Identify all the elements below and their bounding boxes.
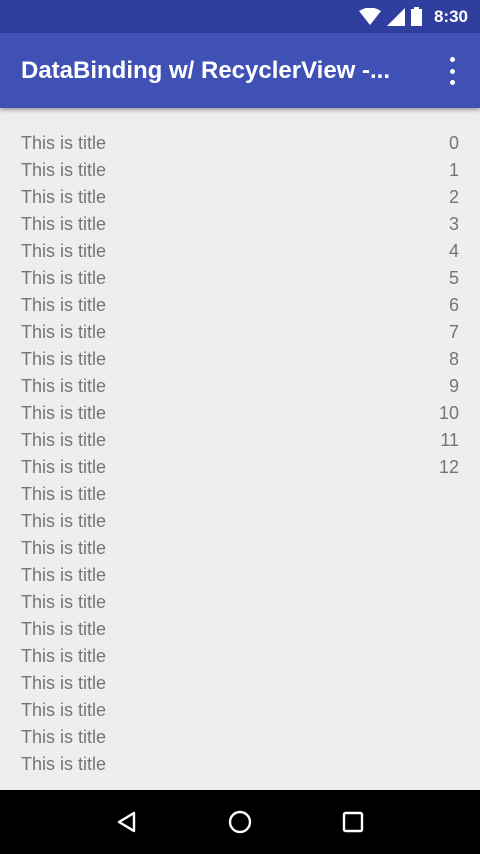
list-item[interactable]: This is title 4 [0,238,480,265]
list-item-value: 1 [448,160,459,180]
list-item-title: This is title [21,241,107,261]
battery-icon [410,7,422,26]
list-item[interactable]: This is title 2 [0,184,480,211]
list-item[interactable]: This is title [0,508,480,535]
list-item[interactable]: This is title 5 [0,265,480,292]
list-item[interactable]: This is title [0,751,480,770]
list-item[interactable]: This is title [0,670,480,697]
list-item-value: 8 [448,349,459,369]
list-item[interactable]: This is title 0 [0,130,480,157]
recycler-list[interactable]: This is title 0 This is title 1 This is titl… [0,108,480,770]
status-bar: 8:30 [0,0,480,33]
list-item-title: This is title [21,565,107,585]
app-bar: DataBinding w/ RecyclerView -... [0,33,480,108]
list-item-value: 7 [448,322,459,342]
list-item-title: This is title [21,349,107,369]
list-item[interactable]: This is title 9 [0,373,480,400]
wifi-icon [358,7,381,26]
list-item[interactable]: This is title 7 [0,319,480,346]
list-item-value: 2 [448,187,459,207]
list-item-title: This is title [21,619,107,639]
list-item-title: This is title [21,214,107,234]
list-item[interactable]: This is title 1 [0,157,480,184]
signal-icon [386,7,405,26]
list-item-title: This is title [21,430,107,450]
list-item-value: 5 [448,268,459,288]
list-item[interactable]: This is title 10 [0,400,480,427]
list-item-title: This is title [21,646,107,666]
list-item[interactable]: This is title 12 [0,454,480,481]
list-item-title: This is title [21,160,107,180]
list-item-title: This is title [21,727,107,747]
list-item-value: 4 [448,241,459,261]
list-item-title: This is title [21,592,107,612]
list-item[interactable]: This is title [0,481,480,508]
list-item-value: 9 [448,376,459,396]
list-item-title: This is title [21,673,107,693]
app-title: DataBinding w/ RecyclerView -... [21,56,390,84]
back-icon[interactable] [107,802,147,842]
list-item[interactable]: This is title [0,643,480,670]
list-item-value: 0 [448,133,459,153]
list-item-title: This is title [21,484,107,504]
list-item-title: This is title [21,187,107,207]
list-item-value: 12 [438,457,459,477]
list-item-title: This is title [21,754,107,770]
list-item-value: 11 [440,430,459,450]
recents-icon[interactable] [333,802,373,842]
list-item-title: This is title [21,322,107,342]
navigation-bar [0,790,480,854]
list-item-title: This is title [21,403,107,423]
home-icon[interactable] [220,802,260,842]
list-item-title: This is title [21,700,107,720]
list-item[interactable]: This is title 3 [0,211,480,238]
list-item-value: 6 [448,295,459,315]
list-item-value: 10 [438,403,459,423]
list-item-value: 3 [448,214,459,234]
list-item[interactable]: This is title 6 [0,292,480,319]
list-item[interactable]: This is title [0,724,480,751]
list-item-title: This is title [21,376,107,396]
list-item[interactable]: This is title [0,697,480,724]
list-item[interactable]: This is title [0,535,480,562]
list-item[interactable]: This is title 11 [0,427,480,454]
list-item-title: This is title [21,538,107,558]
list-item-title: This is title [21,295,107,315]
list-item-title: This is title [21,511,107,531]
list-item[interactable]: This is title [0,616,480,643]
list-item-title: This is title [21,268,107,288]
more-vert-icon[interactable] [440,57,464,85]
list-item-title: This is title [21,133,107,153]
status-time: 8:30 [433,6,468,26]
list-item[interactable]: This is title 8 [0,346,480,373]
list-item[interactable]: This is title [0,589,480,616]
list-item[interactable]: This is title [0,562,480,589]
list-item-title: This is title [21,457,107,477]
